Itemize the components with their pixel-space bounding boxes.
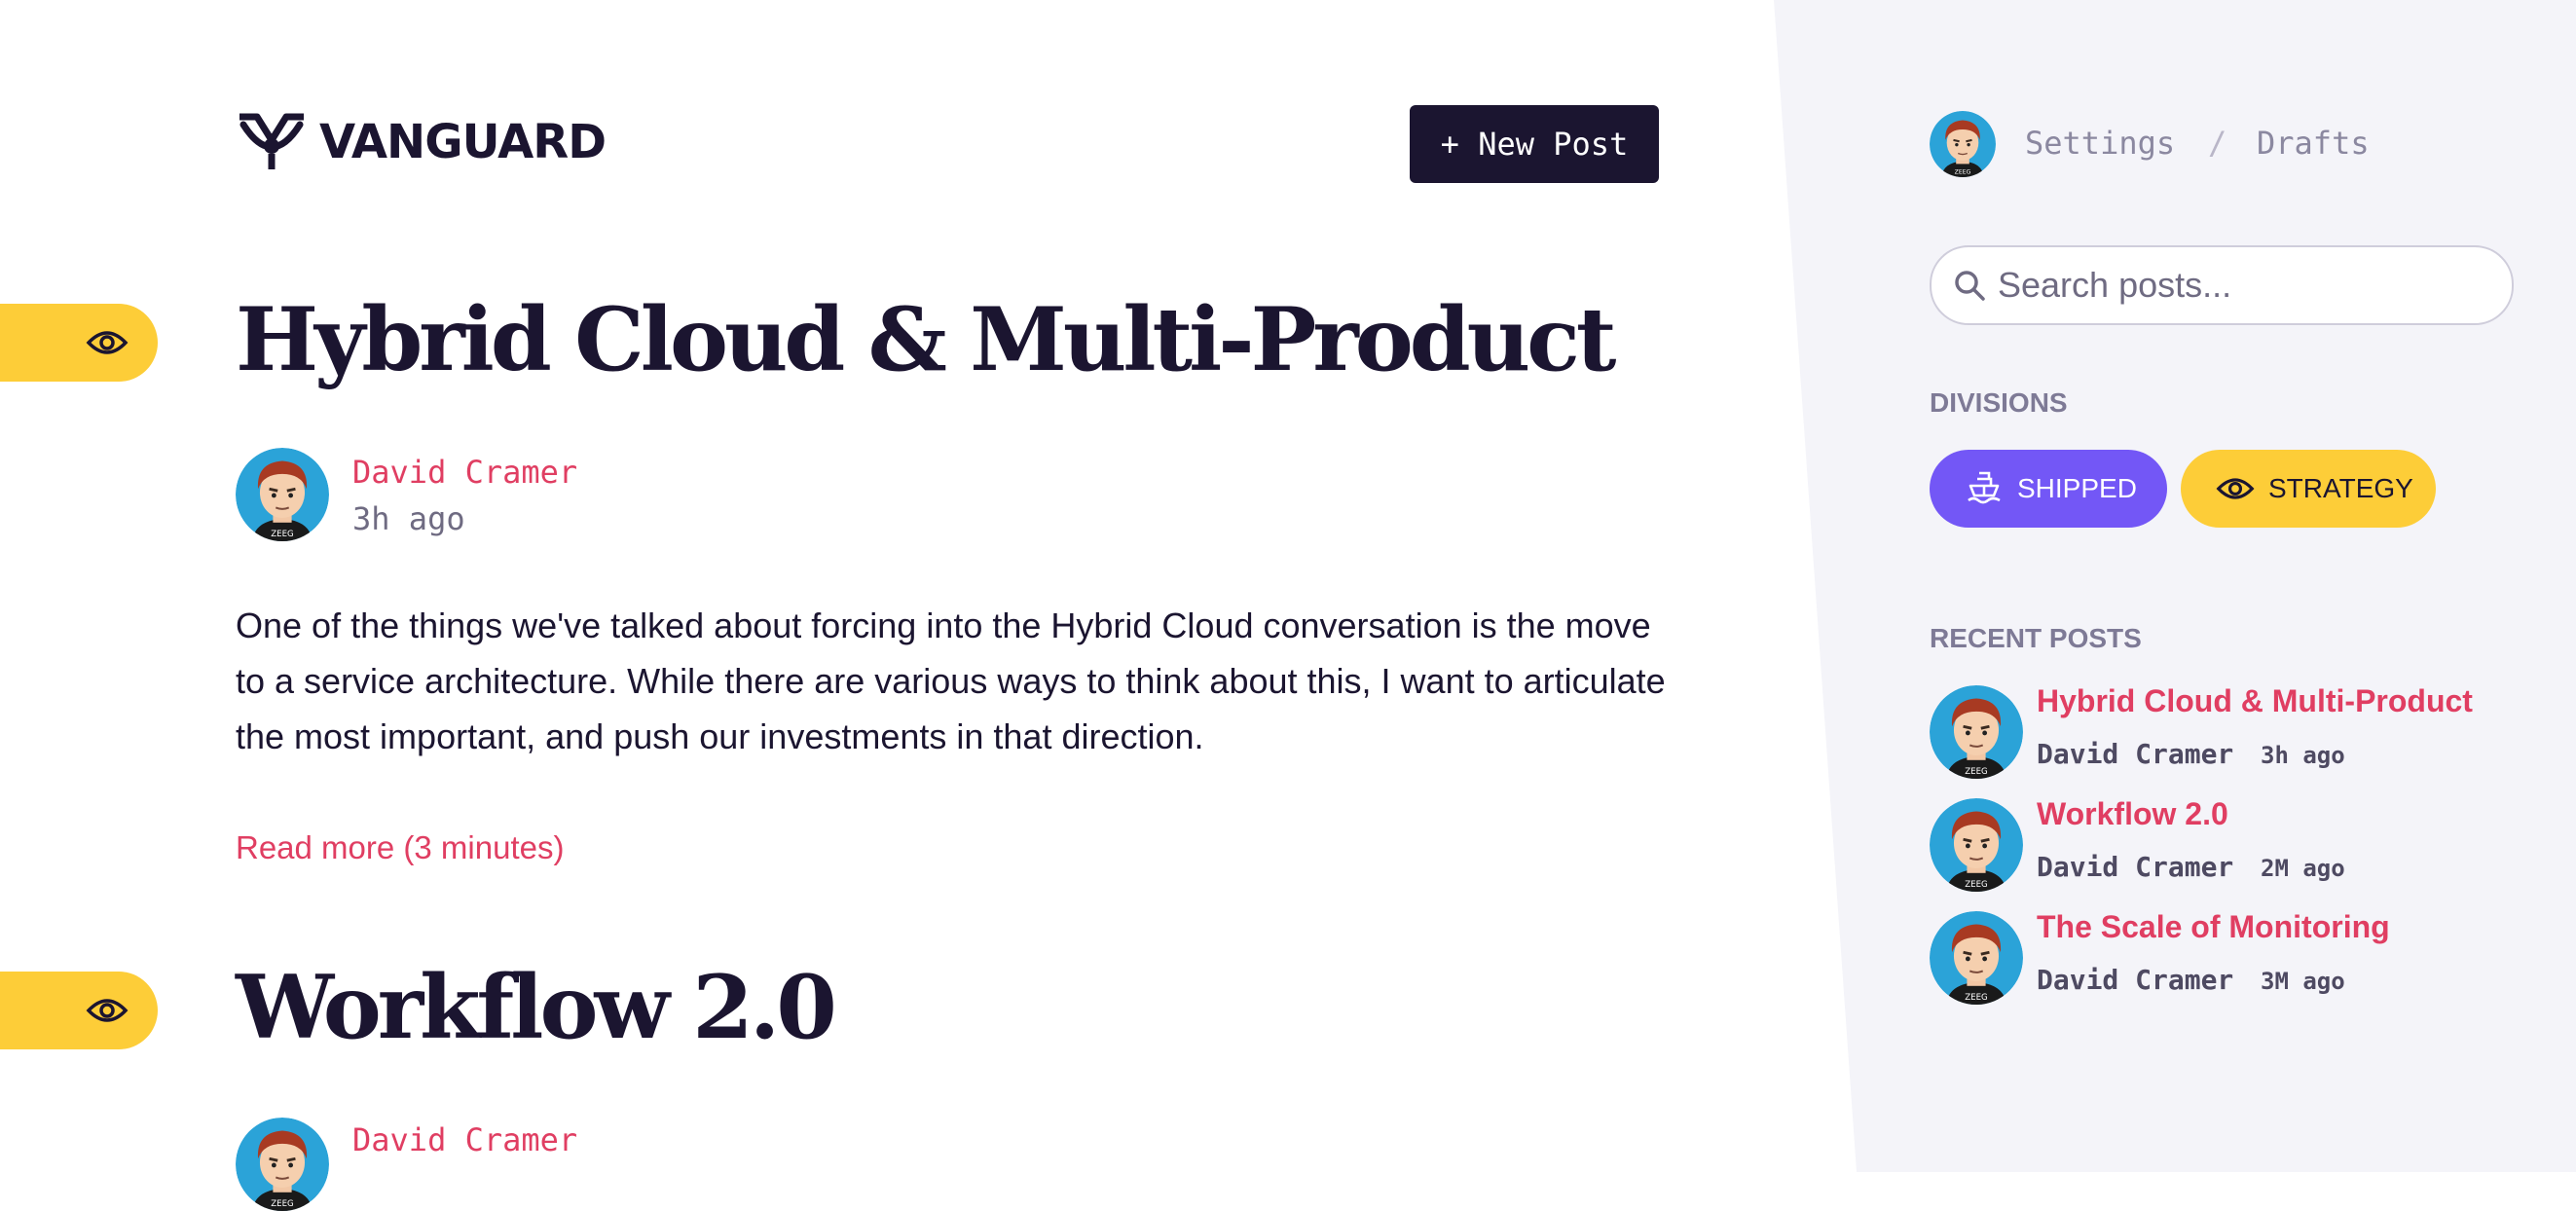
- post-excerpt: One of the things we've talked about for…: [236, 606, 1666, 756]
- user-avatar[interactable]: [1930, 111, 1996, 177]
- post-time: 3h ago: [352, 500, 465, 537]
- post-title[interactable]: Hybrid Cloud & Multi-Product: [236, 296, 1616, 384]
- search-input[interactable]: [1996, 264, 2506, 307]
- division-pill-label: STRATEGY: [2268, 473, 2413, 503]
- eye-icon: [2216, 469, 2255, 508]
- recent-post-item[interactable]: The Scale of Monitoring David Cramer 3M …: [1930, 909, 2553, 1009]
- division-flag[interactable]: [0, 972, 158, 1049]
- recent-post-title[interactable]: Hybrid Cloud & Multi-Product: [2037, 683, 2473, 719]
- divisions-heading: DIVISIONS: [1930, 387, 2068, 418]
- read-more-link[interactable]: Read more (3 minutes): [236, 829, 564, 866]
- author-avatar: [236, 448, 329, 541]
- recent-post-item[interactable]: Workflow 2.0 David Cramer 2M ago: [1930, 796, 2553, 896]
- ship-icon: [1968, 471, 2001, 504]
- recent-post-author: David Cramer: [2037, 738, 2234, 770]
- post-author[interactable]: David Cramer: [352, 454, 577, 491]
- division-pill-strategy[interactable]: STRATEGY: [2181, 450, 2436, 528]
- brand-name: VANGUARD: [319, 115, 607, 169]
- division-flag[interactable]: [0, 304, 158, 382]
- post-title[interactable]: Workflow 2.0: [236, 964, 837, 1051]
- recent-post-time: 2M ago: [2261, 855, 2345, 882]
- recent-post-time: 3M ago: [2261, 968, 2345, 995]
- drafts-link[interactable]: Drafts: [2257, 125, 2370, 162]
- author-avatar: [1930, 798, 2023, 892]
- author-avatar: [1930, 685, 2023, 779]
- division-pill-label: SHIPPED: [2017, 473, 2137, 503]
- author-avatar: [1930, 911, 2023, 1005]
- recent-post-author: David Cramer: [2037, 851, 2234, 883]
- settings-link[interactable]: Settings: [2025, 125, 2175, 162]
- recent-post-title[interactable]: Workflow 2.0: [2037, 796, 2228, 832]
- recent-post-author: David Cramer: [2037, 964, 2234, 996]
- brand-logo[interactable]: VANGUARD: [236, 111, 607, 173]
- search-icon: [1955, 271, 1985, 301]
- recent-posts-heading: RECENT POSTS: [1930, 623, 2142, 653]
- vanguard-logo-icon: [239, 113, 304, 169]
- division-pill-shipped[interactable]: SHIPPED: [1930, 450, 2167, 528]
- new-post-button[interactable]: + New Post: [1410, 105, 1659, 183]
- nav-separator: /: [2208, 125, 2227, 162]
- recent-post-time: 3h ago: [2261, 742, 2345, 769]
- search-box[interactable]: [1930, 245, 2514, 325]
- recent-post-item[interactable]: Hybrid Cloud & Multi-Product David Crame…: [1930, 683, 2553, 783]
- author-avatar: [236, 1118, 329, 1211]
- recent-post-title[interactable]: The Scale of Monitoring: [2037, 909, 2390, 945]
- post-author[interactable]: David Cramer: [352, 1121, 577, 1158]
- eye-icon: [86, 993, 129, 1028]
- eye-icon: [86, 325, 129, 360]
